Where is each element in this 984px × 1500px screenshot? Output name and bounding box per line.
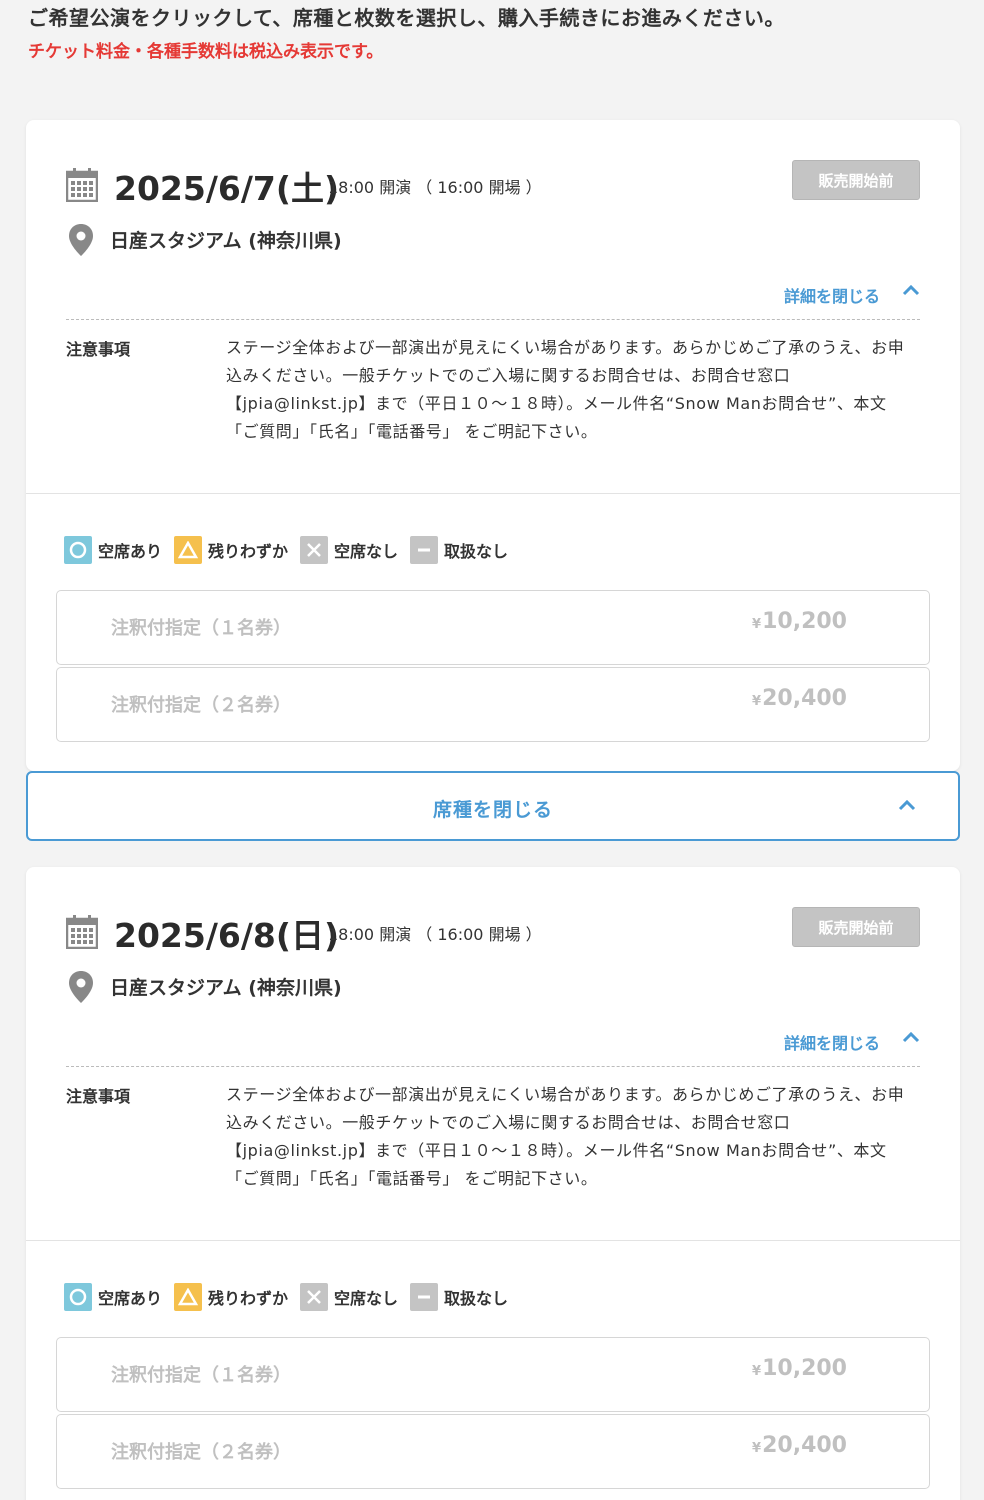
dash-icon bbox=[410, 1283, 439, 1311]
legend-sold-out: 空席なし bbox=[300, 536, 398, 564]
legend-label: 空席なし bbox=[334, 542, 399, 561]
cross-icon bbox=[300, 536, 329, 564]
notes-text: ステージ全体および一部演出が見えにくい場合があります。あらかじめご了承のうえ、お… bbox=[226, 1085, 905, 1188]
venue-name: 日産スタジアム (神奈川県) bbox=[110, 977, 342, 999]
notes-text: ステージ全体および一部演出が見えにくい場合があります。あらかじめご了承のうえ、お… bbox=[226, 338, 905, 441]
seat-price: 20,400 bbox=[762, 1433, 847, 1458]
performance-header[interactable]: 2025/6/7(土) 18:00 開演 （ 16:00 開場 ） 販売開始前 … bbox=[26, 120, 960, 494]
availability-legend: 空席あり 残りわずか 空席なし 取扱なし bbox=[64, 1283, 520, 1311]
performance-card[interactable]: 2025/6/8(日) 18:00 開演 （ 16:00 開場 ） 販売開始前 … bbox=[26, 867, 960, 1500]
triangle-icon bbox=[174, 1283, 203, 1311]
seat-name: 注釈付指定（２名券） bbox=[111, 1442, 291, 1463]
seat-option[interactable]: 注釈付指定（１名券） ¥ 10,200 bbox=[56, 1337, 930, 1412]
seat-section: 空席あり 残りわずか 空席なし 取扱なし 注釈付指定（１名券） ¥ 10,200… bbox=[26, 1241, 960, 1500]
seat-option[interactable]: 注釈付指定（２名券） ¥ 20,400 bbox=[56, 1414, 930, 1489]
location-pin-icon bbox=[69, 224, 93, 256]
close-seat-types-label: 席種を閉じる bbox=[432, 799, 553, 821]
performance-card[interactable]: 2025/6/7(土) 18:00 開演 （ 16:00 開場 ） 販売開始前 … bbox=[26, 120, 960, 771]
legend-label: 空席あり bbox=[98, 542, 163, 561]
divider bbox=[66, 319, 920, 320]
close-details-link[interactable]: 詳細を閉じる bbox=[784, 1030, 880, 1054]
legend-label: 残りわずか bbox=[208, 1289, 289, 1308]
seat-section: 空席あり 残りわずか 空席なし 取扱なし 注釈付指定（１名券） ¥ 10,200… bbox=[26, 494, 960, 770]
calendar-icon bbox=[66, 915, 98, 949]
legend-label: 残りわずか bbox=[208, 542, 289, 561]
dash-icon bbox=[410, 536, 439, 564]
legend-label: 取扱なし bbox=[444, 1289, 509, 1308]
seat-name: 注釈付指定（２名券） bbox=[111, 695, 291, 716]
divider bbox=[66, 1066, 920, 1067]
legend-not-handled: 取扱なし bbox=[410, 1283, 508, 1311]
status-badge: 販売開始前 bbox=[792, 160, 920, 200]
legend-few-left: 残りわずか bbox=[174, 536, 288, 564]
availability-legend: 空席あり 残りわずか 空席なし 取扱なし bbox=[64, 536, 520, 564]
seat-price: 10,200 bbox=[762, 1356, 847, 1381]
performance-header[interactable]: 2025/6/8(日) 18:00 開演 （ 16:00 開場 ） 販売開始前 … bbox=[26, 867, 960, 1241]
close-seat-types-button[interactable]: 席種を閉じる bbox=[26, 771, 960, 841]
currency-symbol: ¥ bbox=[751, 617, 761, 632]
legend-sold-out: 空席なし bbox=[300, 1283, 398, 1311]
legend-label: 空席あり bbox=[98, 1289, 163, 1308]
legend-available: 空席あり bbox=[64, 536, 162, 564]
triangle-icon bbox=[174, 536, 203, 564]
seat-option[interactable]: 注釈付指定（２名券） ¥ 20,400 bbox=[56, 667, 930, 742]
calendar-icon bbox=[66, 168, 98, 202]
seat-name: 注釈付指定（１名券） bbox=[111, 618, 291, 639]
currency-symbol: ¥ bbox=[751, 694, 761, 709]
currency-symbol: ¥ bbox=[751, 1441, 761, 1456]
location-pin-icon bbox=[69, 971, 93, 1003]
legend-available: 空席あり bbox=[64, 1283, 162, 1311]
performance-time: 18:00 開演 （ 16:00 開場 ） bbox=[328, 178, 542, 197]
performance-time: 18:00 開演 （ 16:00 開場 ） bbox=[328, 925, 542, 944]
venue-name: 日産スタジアム (神奈川県) bbox=[110, 230, 342, 252]
cross-icon bbox=[300, 1283, 329, 1311]
seat-option[interactable]: 注釈付指定（１名券） ¥ 10,200 bbox=[56, 590, 930, 665]
legend-few-left: 残りわずか bbox=[174, 1283, 288, 1311]
notes-label: 注意事項 bbox=[66, 340, 131, 359]
chevron-up-icon bbox=[898, 799, 916, 811]
notes-label: 注意事項 bbox=[66, 1087, 131, 1106]
legend-label: 取扱なし bbox=[444, 542, 509, 561]
instruction-text: ご希望公演をクリックして、席種と枚数を選択し、購入手続きにお進みください。 bbox=[28, 6, 785, 30]
tax-note: チケット料金・各種手数料は税込み表示です。 bbox=[28, 42, 384, 62]
performance-date: 2025/6/7(土) bbox=[114, 169, 340, 208]
performance-date: 2025/6/8(日) bbox=[114, 916, 340, 955]
close-details-link[interactable]: 詳細を閉じる bbox=[784, 283, 880, 307]
circle-icon bbox=[64, 1283, 92, 1311]
legend-label: 空席なし bbox=[334, 1289, 399, 1308]
status-badge: 販売開始前 bbox=[792, 907, 920, 947]
currency-symbol: ¥ bbox=[751, 1364, 761, 1379]
legend-not-handled: 取扱なし bbox=[410, 536, 508, 564]
seat-price: 20,400 bbox=[762, 686, 847, 711]
circle-icon bbox=[64, 536, 92, 564]
seat-name: 注釈付指定（１名券） bbox=[111, 1365, 291, 1386]
chevron-up-icon[interactable] bbox=[902, 1030, 920, 1044]
chevron-up-icon[interactable] bbox=[902, 283, 920, 297]
seat-price: 10,200 bbox=[762, 609, 847, 634]
intro: ご希望公演をクリックして、席種と枚数を選択し、購入手続きにお進みください。 チケ… bbox=[28, 2, 785, 62]
